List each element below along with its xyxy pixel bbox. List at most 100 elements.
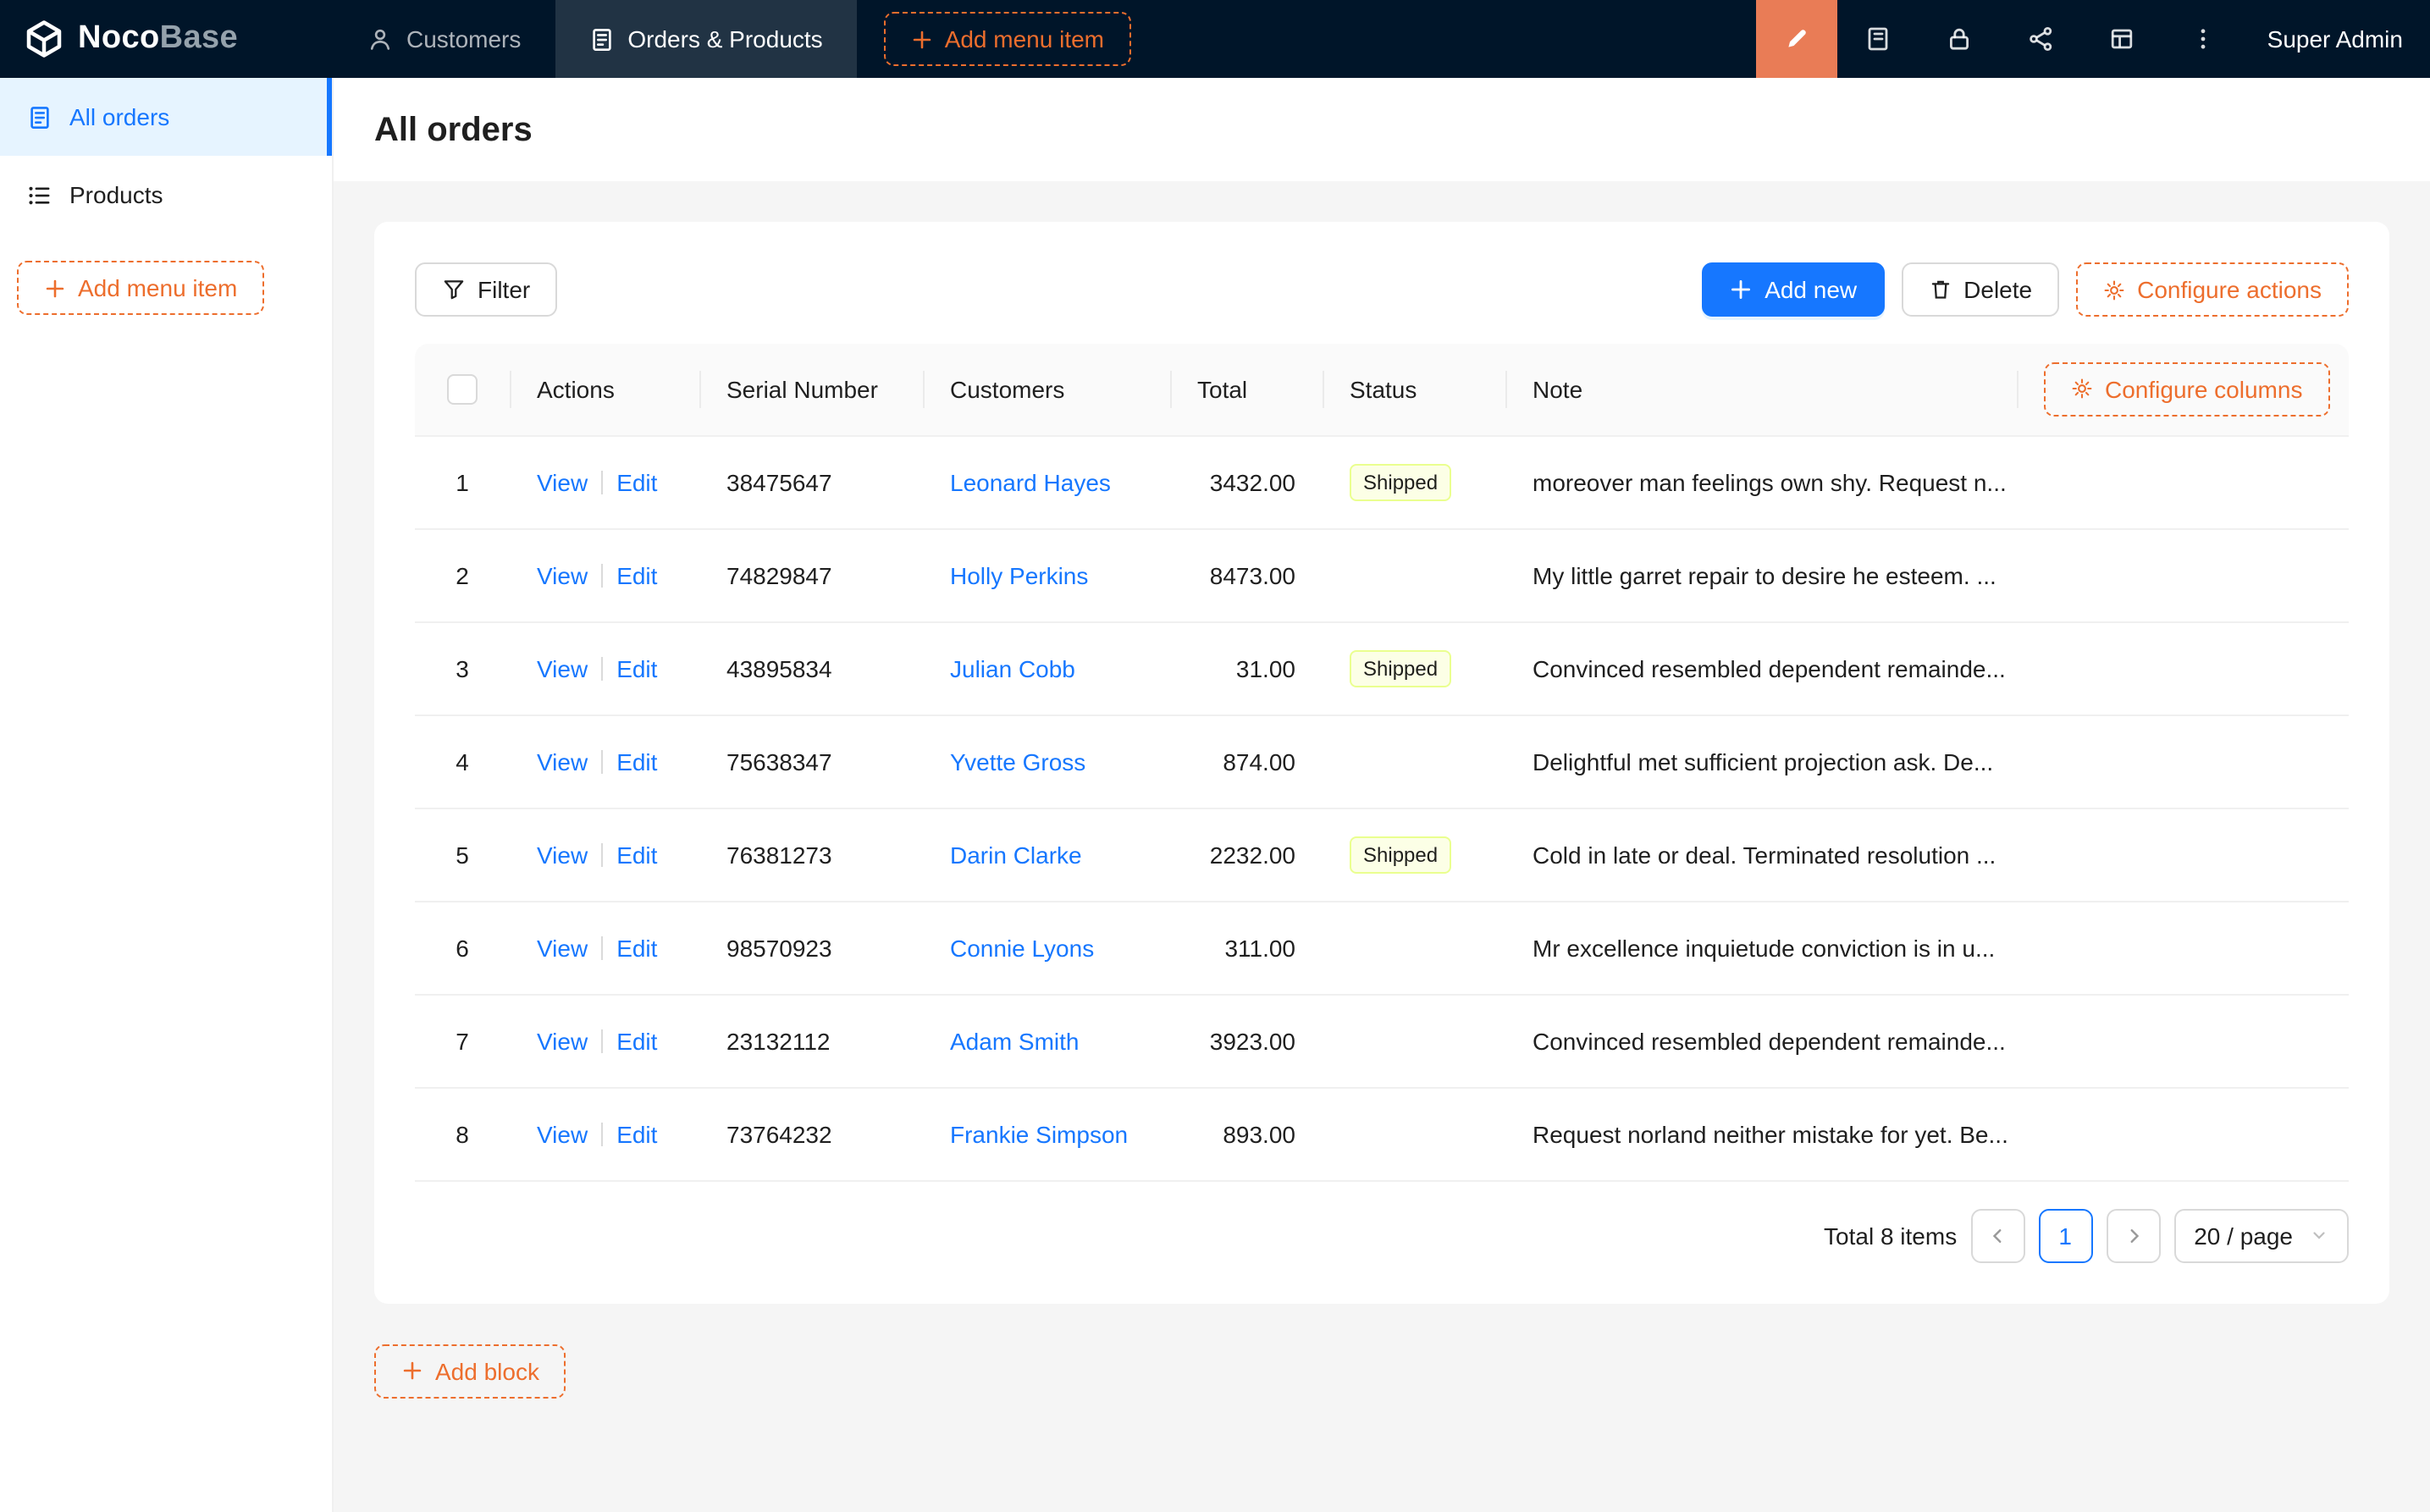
status-cell	[1323, 528, 1505, 621]
page-body: Filter Add new Delete	[334, 181, 2430, 1512]
row-index-cell: 5	[415, 808, 510, 901]
lock-button[interactable]	[1919, 0, 2000, 78]
actions-cell: View Edit	[510, 901, 699, 994]
nav-tab-label: Customers	[406, 25, 521, 52]
row-index-cell: 4	[415, 715, 510, 808]
delete-button[interactable]: Delete	[1901, 262, 2059, 317]
customer-link[interactable]: Adam Smith	[950, 1027, 1080, 1054]
add-block-button[interactable]: Add block	[374, 1344, 566, 1398]
customers-icon	[367, 26, 393, 52]
filter-icon	[442, 278, 466, 301]
customer-cell: Connie Lyons	[923, 901, 1170, 994]
header-actions: Super Admin	[1756, 0, 2430, 78]
customer-link[interactable]: Frankie Simpson	[950, 1120, 1128, 1147]
column-header-actions: Actions	[510, 344, 699, 435]
serial-number-cell: 43895834	[699, 621, 923, 715]
designer-pen-icon	[1783, 25, 1810, 52]
orders-file-icon	[27, 104, 52, 130]
logo-text: NocoBase	[78, 20, 238, 58]
edit-link[interactable]: Edit	[616, 934, 657, 961]
add-menu-item-header-button[interactable]: Add menu item	[884, 12, 1131, 66]
total-cell: 874.00	[1170, 715, 1323, 808]
page-size-select[interactable]: 20 / page	[2173, 1208, 2349, 1262]
table-header-row: Actions Serial Number Customers Total St…	[415, 344, 2349, 435]
customer-link[interactable]: Darin Clarke	[950, 841, 1082, 868]
status-tag: Shipped	[1350, 463, 1451, 500]
edit-link[interactable]: Edit	[616, 748, 657, 775]
total-cell: 31.00	[1170, 621, 1323, 715]
view-link[interactable]: View	[537, 841, 588, 868]
nocobase-logo[interactable]: NocoBase	[0, 0, 334, 78]
plus-icon	[1729, 278, 1753, 301]
sidebar: All orders Products Add menu item	[0, 78, 334, 1512]
edit-link[interactable]: Edit	[616, 654, 657, 682]
action-divider	[601, 1029, 603, 1052]
ui-editor-button[interactable]	[1756, 0, 1837, 78]
customer-link[interactable]: Yvette Gross	[950, 748, 1085, 775]
actions-cell: View Edit	[510, 621, 699, 715]
gear-icon	[2071, 378, 2093, 400]
layout-button[interactable]	[2081, 0, 2162, 78]
add-new-button[interactable]: Add new	[1702, 262, 1884, 317]
sidebar-item-all-orders[interactable]: All orders	[0, 78, 332, 156]
orders-icon	[588, 26, 614, 52]
nav-tab-orders-products[interactable]: Orders & Products	[555, 0, 856, 78]
nav-tab-customers[interactable]: Customers	[334, 0, 555, 78]
pagination-page-1[interactable]: 1	[2038, 1208, 2092, 1262]
docs-button[interactable]	[1837, 0, 1919, 78]
customer-cell: Frankie Simpson	[923, 1087, 1170, 1180]
actions-cell: View Edit	[510, 808, 699, 901]
add-menu-item-sidebar-button[interactable]: Add menu item	[17, 261, 264, 315]
action-divider	[601, 470, 603, 494]
edit-link[interactable]: Edit	[616, 561, 657, 588]
customer-link[interactable]: Leonard Hayes	[950, 468, 1111, 495]
customer-cell: Adam Smith	[923, 994, 1170, 1087]
page-header: All orders	[334, 78, 2430, 181]
view-link[interactable]: View	[537, 1120, 588, 1147]
customer-cell: Yvette Gross	[923, 715, 1170, 808]
table-row: 4 ViewEdit 75638347 Yvette Gross 874.00 …	[415, 715, 2349, 808]
view-link[interactable]: View	[537, 561, 588, 588]
view-link[interactable]: View	[537, 1027, 588, 1054]
serial-number-cell: 76381273	[699, 808, 923, 901]
configure-columns-button[interactable]: Configure columns	[2044, 362, 2329, 417]
edit-link[interactable]: Edit	[616, 1120, 657, 1147]
note-cell: moreover man feelings own shy. Request n…	[1505, 435, 2349, 528]
status-tag: Shipped	[1350, 836, 1451, 873]
pagination-next-button[interactable]	[2106, 1208, 2160, 1262]
edit-link[interactable]: Edit	[616, 468, 657, 495]
view-link[interactable]: View	[537, 654, 588, 682]
edit-link[interactable]: Edit	[616, 841, 657, 868]
table-row: 6 ViewEdit 98570923 Connie Lyons 311.00 …	[415, 901, 2349, 994]
note-cell: Mr excellence inquietude conviction is i…	[1505, 901, 2349, 994]
customer-link[interactable]: Connie Lyons	[950, 934, 1094, 961]
view-link[interactable]: View	[537, 468, 588, 495]
action-divider	[601, 563, 603, 587]
nav-tab-label: Orders & Products	[627, 25, 822, 52]
row-index-cell: 7	[415, 994, 510, 1087]
nocobase-logo-icon	[24, 19, 64, 59]
customer-cell: Holly Perkins	[923, 528, 1170, 621]
configure-actions-button[interactable]: Configure actions	[2076, 262, 2349, 317]
status-cell	[1323, 1087, 1505, 1180]
pagination-prev-button[interactable]	[1970, 1208, 2024, 1262]
pagination-total: Total 8 items	[1824, 1222, 1957, 1249]
serial-number-cell: 74829847	[699, 528, 923, 621]
select-all-checkbox[interactable]	[447, 374, 478, 405]
customer-link[interactable]: Julian Cobb	[950, 654, 1075, 682]
user-menu[interactable]: Super Admin	[2267, 25, 2403, 52]
action-divider	[601, 842, 603, 866]
column-header-note: Note	[1505, 344, 2017, 435]
api-button[interactable]	[2000, 0, 2081, 78]
view-link[interactable]: View	[537, 748, 588, 775]
more-button[interactable]	[2162, 0, 2244, 78]
table-row: 8 ViewEdit 73764232 Frankie Simpson 893.…	[415, 1087, 2349, 1180]
filter-button[interactable]: Filter	[415, 262, 557, 317]
action-divider	[601, 1122, 603, 1145]
sidebar-item-products[interactable]: Products	[0, 156, 332, 234]
edit-link[interactable]: Edit	[616, 1027, 657, 1054]
customer-link[interactable]: Holly Perkins	[950, 561, 1088, 588]
total-cell: 311.00	[1170, 901, 1323, 994]
customer-cell: Leonard Hayes	[923, 435, 1170, 528]
view-link[interactable]: View	[537, 934, 588, 961]
